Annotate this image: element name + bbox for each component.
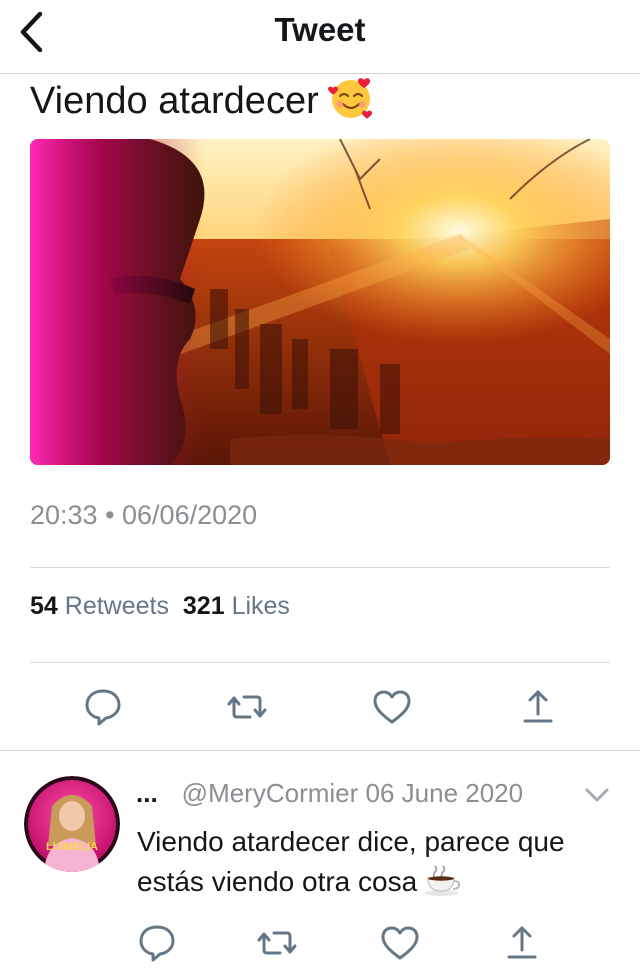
reply-author-name[interactable]: ... <box>136 778 158 808</box>
likes-count: 321 <box>182 592 225 620</box>
like-icon[interactable] <box>379 922 421 964</box>
tweet-media-image[interactable] <box>30 139 610 465</box>
likes-label[interactable]: Likes <box>232 592 290 620</box>
tweet-actions <box>0 684 640 730</box>
divider <box>30 662 610 663</box>
page-title: Tweet <box>274 11 366 48</box>
reply-text: Viendo atardecer dice, parece que estás … <box>137 826 565 897</box>
avatar[interactable]: LUIMELIA <box>24 776 120 872</box>
retweets-count: 54 <box>30 592 58 620</box>
top-bar: Tweet <box>0 0 640 74</box>
reply-handle-date[interactable]: @MeryCormier 06 June 2020 <box>182 778 523 808</box>
reply-actions <box>0 920 640 966</box>
sunset-photo <box>30 139 610 465</box>
like-icon[interactable] <box>371 686 413 728</box>
divider <box>30 567 610 568</box>
retweet-icon[interactable] <box>256 922 298 964</box>
smiling-face-with-hearts-emoji <box>327 78 372 119</box>
share-icon[interactable] <box>517 686 559 728</box>
reply-text-block: Viendo atardecer dice, parece que estás … <box>137 822 607 902</box>
tweet-stats: 54 Retweets 321 Likes <box>30 592 290 621</box>
share-icon[interactable] <box>501 922 543 964</box>
tweet-timestamp: 20:33 • 06/06/2020 <box>30 500 258 530</box>
tweet-text-line: Viendo atardecer <box>30 74 375 124</box>
avatar-text: LUIMELIA <box>46 841 98 853</box>
chevron-down-icon[interactable] <box>584 786 610 804</box>
divider <box>0 750 640 751</box>
hot-beverage-emoji <box>425 865 461 896</box>
reply-meta: ... @MeryCormier 06 June 2020 <box>136 778 523 809</box>
avatar-image: LUIMELIA <box>24 776 120 872</box>
retweets-label[interactable]: Retweets <box>65 592 169 620</box>
reply-icon[interactable] <box>136 922 178 964</box>
reply-icon[interactable] <box>82 686 124 728</box>
retweet-icon[interactable] <box>226 686 268 728</box>
tweet-text: Viendo atardecer <box>30 80 319 122</box>
